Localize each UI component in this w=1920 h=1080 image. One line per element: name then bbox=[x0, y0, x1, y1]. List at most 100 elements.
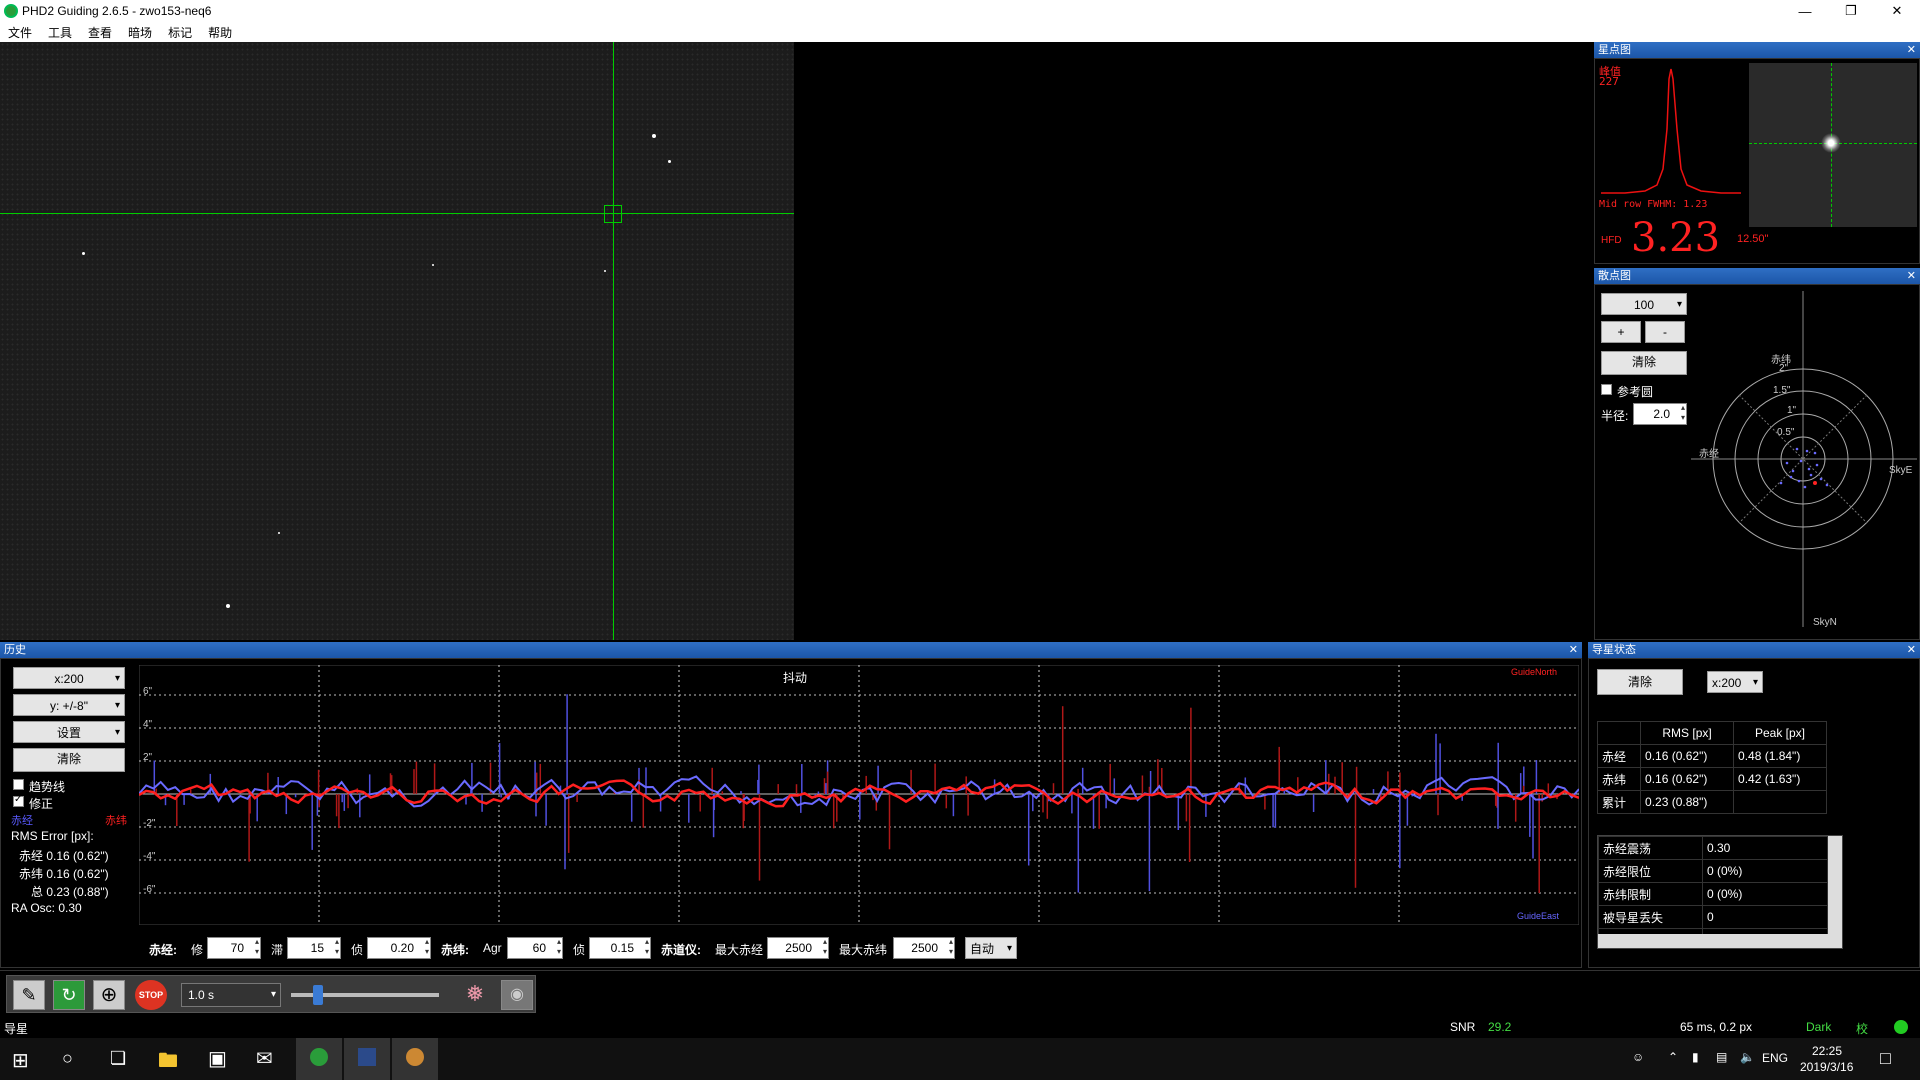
menu-tools[interactable]: 工具 bbox=[40, 24, 80, 41]
pencil-icon[interactable]: ✎ bbox=[13, 980, 45, 1010]
max-dec-duration-input[interactable]: 2500 bbox=[893, 937, 955, 959]
info-key: 赤纬限制 bbox=[1598, 882, 1703, 906]
tray-chevron-icon[interactable]: ⌃ bbox=[1668, 1050, 1678, 1064]
vertical-scrollbar[interactable] bbox=[1828, 836, 1842, 948]
network-icon[interactable]: ▤ bbox=[1716, 1050, 1727, 1064]
menu-file[interactable]: 文件 bbox=[0, 24, 40, 41]
target-clear-button[interactable]: 清除 bbox=[1601, 351, 1687, 375]
ra-min-move-input[interactable]: 0.20 bbox=[367, 937, 431, 959]
stats-cell: 0.16 (0.62") bbox=[1640, 767, 1735, 791]
target-panel: 100 + - 清除 参考圆 半径: 2.0 赤纬 2" 1.5" 1" 0.5… bbox=[1594, 284, 1920, 640]
dec-min-move-input[interactable]: 0.15 bbox=[589, 937, 651, 959]
dec-algo-label: 赤纬: bbox=[441, 943, 469, 957]
app-icon bbox=[4, 4, 18, 18]
task-view-icon[interactable]: ❏ bbox=[110, 1048, 126, 1069]
close-icon[interactable]: ✕ bbox=[1569, 642, 1578, 658]
minimize-button[interactable]: — bbox=[1782, 0, 1828, 22]
taskbar-app3[interactable] bbox=[392, 1038, 438, 1080]
taskbar-phd2[interactable] bbox=[296, 1038, 342, 1080]
volume-icon[interactable]: 🔈 bbox=[1740, 1050, 1755, 1064]
stats-row: 赤纬 0.16 (0.62") 0.42 (1.63") bbox=[1596, 767, 1827, 791]
store-icon[interactable]: ▣ bbox=[208, 1046, 227, 1071]
loop-icon[interactable]: ↻ bbox=[53, 980, 85, 1010]
max-ra-duration-input[interactable]: 2500 bbox=[767, 937, 829, 959]
history-panel: x:200 y: +/-8" 设置 清除 趋势线 ✓ 修正 赤经 赤纬 RMS … bbox=[0, 658, 1582, 968]
clock-time[interactable]: 22:25 bbox=[1812, 1044, 1842, 1058]
menu-bookmarks[interactable]: 标记 bbox=[160, 24, 200, 41]
info-value: 0.30 bbox=[1702, 836, 1828, 860]
hfd-value: 3.23 bbox=[1631, 215, 1721, 261]
stats-cell: 赤经 bbox=[1596, 744, 1642, 768]
clock-date[interactable]: 2019/3/16 bbox=[1800, 1060, 1853, 1074]
windows-start-icon[interactable]: ⊞ bbox=[12, 1048, 29, 1073]
horizontal-scrollbar[interactable] bbox=[1598, 934, 1830, 948]
guide-camera-view[interactable] bbox=[0, 42, 1592, 640]
guide-star-box bbox=[604, 205, 622, 223]
brain-icon[interactable]: ❅ bbox=[459, 980, 491, 1010]
stop-icon[interactable]: STOP bbox=[135, 980, 167, 1010]
radius-input[interactable]: 2.0 bbox=[1633, 403, 1687, 425]
history-clear-button[interactable]: 清除 bbox=[13, 748, 125, 772]
stats-clear-button[interactable]: 清除 bbox=[1597, 669, 1683, 695]
ra-aggression-input[interactable]: 70 bbox=[207, 937, 261, 959]
corrections-checkbox[interactable]: ✓ bbox=[13, 794, 24, 807]
exposure-select[interactable]: 1.0 s bbox=[181, 983, 281, 1007]
guide-target-icon[interactable]: ⊕ bbox=[93, 980, 125, 1010]
star-field-image[interactable] bbox=[0, 42, 794, 640]
trendlines-checkbox[interactable] bbox=[13, 779, 24, 790]
star-profile-title-bar: 星点图 ✕ bbox=[1594, 42, 1920, 58]
sky-north-label: SkyN bbox=[1813, 617, 1837, 628]
restore-button[interactable]: ❐ bbox=[1828, 0, 1874, 22]
gamma-slider-thumb[interactable] bbox=[313, 985, 323, 1005]
stats-x-scale[interactable]: x:200 bbox=[1707, 671, 1763, 694]
status-text: 导星 bbox=[4, 1022, 29, 1036]
ring-label-1: 1" bbox=[1787, 405, 1797, 416]
close-button[interactable]: ✕ bbox=[1874, 0, 1920, 22]
menu-help[interactable]: 帮助 bbox=[200, 24, 240, 41]
zoom-in-button[interactable]: + bbox=[1601, 321, 1641, 343]
history-graph bbox=[139, 665, 1579, 925]
stats-info-list[interactable]: 赤经震荡0.30 赤经限位0 (0%) 赤纬限制0 (0%) 被导星丢失0 赤纬 bbox=[1597, 835, 1843, 949]
app-icon bbox=[358, 1048, 376, 1066]
info-value: 0 bbox=[1702, 905, 1828, 929]
stats-cell: 0.42 (1.63") bbox=[1733, 767, 1827, 791]
zoom-out-button[interactable]: - bbox=[1645, 321, 1685, 343]
dither-label: 抖动 bbox=[783, 671, 808, 685]
stats-cell: 0.16 (0.62") bbox=[1640, 744, 1735, 768]
rms-ra: 赤经 0.16 (0.62") bbox=[19, 849, 109, 863]
dec-mode-select[interactable]: 自动 bbox=[965, 937, 1017, 960]
close-icon[interactable]: ✕ bbox=[1907, 642, 1916, 658]
stats-row: 赤经 0.16 (0.62") 0.48 (1.84") bbox=[1596, 744, 1827, 768]
notification-icon[interactable]: □ bbox=[1880, 1048, 1891, 1069]
close-icon[interactable]: ✕ bbox=[1907, 268, 1916, 284]
history-y-scale[interactable]: y: +/-8" bbox=[13, 694, 125, 717]
people-icon[interactable]: ☺ bbox=[1632, 1050, 1644, 1064]
snr-value: 29.2 bbox=[1488, 1020, 1512, 1034]
close-icon[interactable]: ✕ bbox=[1907, 42, 1916, 58]
search-icon[interactable]: ○ bbox=[62, 1048, 73, 1069]
taskbar-app2[interactable] bbox=[344, 1038, 390, 1080]
max-dec-label: 最大赤纬 bbox=[839, 943, 888, 957]
history-x-scale[interactable]: x:200 bbox=[13, 667, 125, 690]
stats-cell: 0.48 (1.84") bbox=[1733, 744, 1827, 768]
file-explorer-icon[interactable]: 🖿 bbox=[158, 1046, 178, 1080]
info-value: 0 (0%) bbox=[1702, 859, 1828, 883]
ra-hysteresis-input[interactable]: 15 bbox=[287, 937, 341, 959]
battery-icon[interactable]: ▮ bbox=[1692, 1050, 1699, 1064]
history-title: 历史 bbox=[4, 644, 26, 656]
mail-icon[interactable]: ✉ bbox=[256, 1046, 273, 1071]
dec-aggression-input[interactable]: 60 bbox=[507, 937, 563, 959]
history-settings[interactable]: 设置 bbox=[13, 721, 125, 744]
ref-circle-checkbox[interactable] bbox=[1601, 384, 1612, 395]
target-title: 散点图 bbox=[1598, 270, 1631, 282]
input-language[interactable]: ENG bbox=[1762, 1051, 1788, 1065]
guide-north-label: GuideNorth bbox=[1511, 667, 1558, 677]
sky-east-label: SkyE bbox=[1889, 465, 1913, 476]
trendlines-label: 趋势线 bbox=[29, 780, 66, 794]
dec-agr-label: Agr bbox=[483, 941, 502, 955]
target-scale-select[interactable]: 100 bbox=[1601, 293, 1687, 316]
menu-darks[interactable]: 暗场 bbox=[120, 24, 160, 41]
menu-view[interactable]: 查看 bbox=[80, 24, 120, 41]
mount-label: 赤道仪: bbox=[661, 943, 701, 957]
camera-icon[interactable]: ◉ bbox=[501, 980, 533, 1010]
